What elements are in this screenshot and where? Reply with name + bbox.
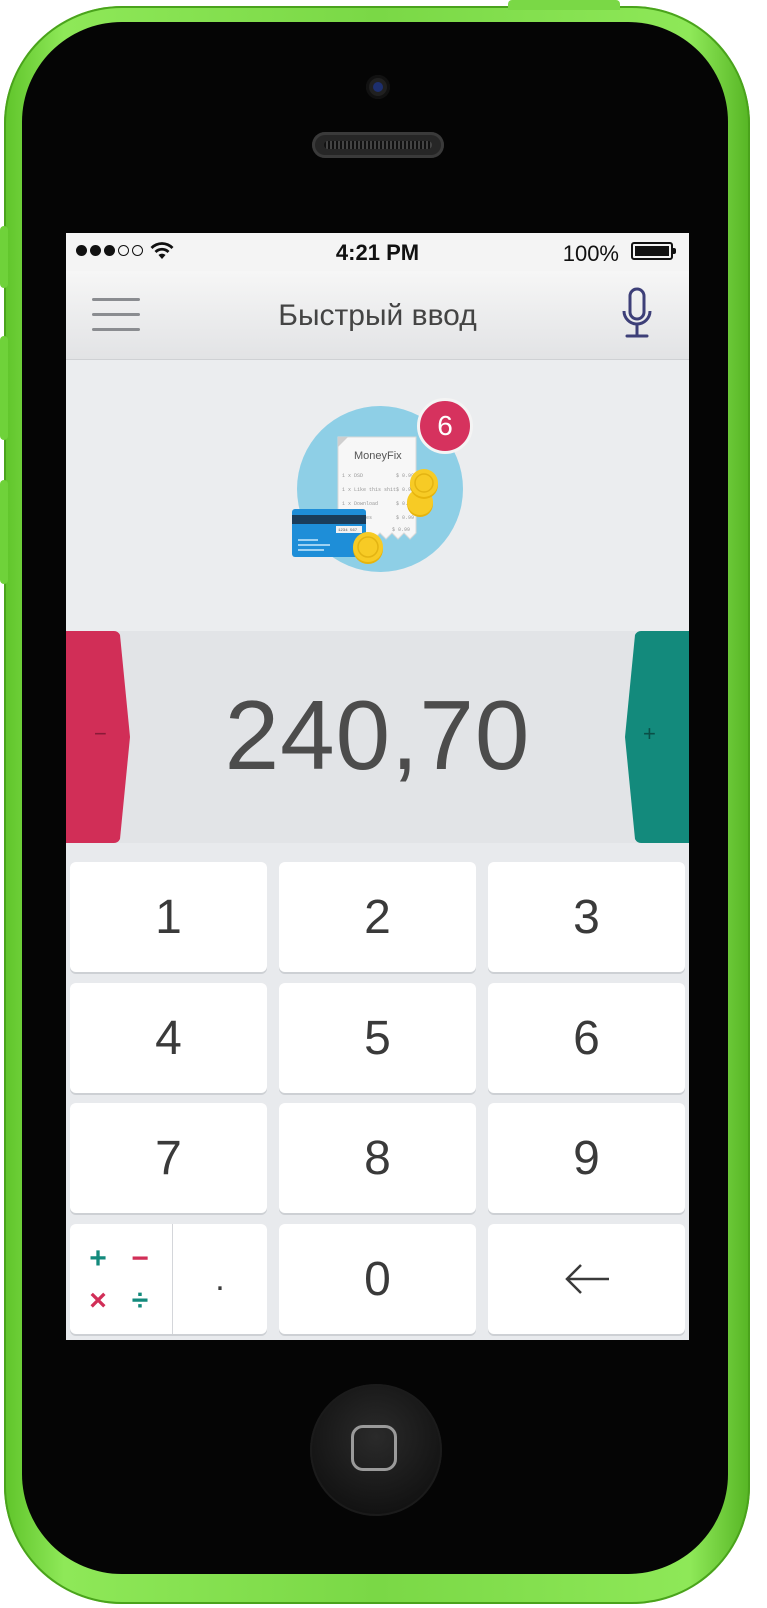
backspace-button[interactable] bbox=[488, 1224, 685, 1334]
receipt-graphic: MoneyFix 1 x DSD 1 x Like this shit 1 x … bbox=[292, 406, 463, 572]
svg-text:1 x Like this shit: 1 x Like this shit bbox=[342, 487, 396, 493]
amount-display-area: − 240,70 + bbox=[66, 631, 689, 843]
key-2[interactable]: 2 bbox=[279, 862, 476, 972]
key-8[interactable]: 8 bbox=[279, 1103, 476, 1213]
power-button bbox=[508, 0, 620, 10]
home-square-icon bbox=[351, 1425, 397, 1471]
key-3[interactable]: 3 bbox=[488, 862, 685, 972]
receipt-brand: MoneyFix bbox=[354, 450, 402, 462]
earpiece-speaker bbox=[312, 132, 444, 158]
key-1[interactable]: 1 bbox=[70, 862, 267, 972]
income-tab[interactable]: + bbox=[623, 631, 689, 848]
decimal-button[interactable]: . bbox=[173, 1224, 267, 1334]
notification-badge: 6 bbox=[417, 398, 473, 454]
key-6[interactable]: 6 bbox=[488, 983, 685, 1093]
keypad: 1 2 3 4 5 6 7 8 9 + − × ÷ . 0 bbox=[66, 843, 689, 1340]
operators-button[interactable]: + − × ÷ bbox=[70, 1224, 173, 1334]
key-9[interactable]: 9 bbox=[488, 1103, 685, 1213]
backspace-arrow-icon bbox=[564, 1264, 609, 1294]
amount-value: 240,70 bbox=[224, 680, 531, 790]
front-camera bbox=[366, 75, 390, 99]
key-5[interactable]: 5 bbox=[279, 983, 476, 1093]
key-0[interactable]: 0 bbox=[279, 1224, 476, 1334]
plus-operator: + bbox=[89, 1242, 107, 1275]
receipts-illustration[interactable]: MoneyFix 1 x DSD 1 x Like this shit 1 x … bbox=[66, 359, 689, 631]
svg-text:$ 0.99: $ 0.99 bbox=[392, 527, 410, 533]
home-button[interactable] bbox=[310, 1384, 442, 1516]
card-number: 1234 567 bbox=[338, 529, 358, 533]
minus-operator: − bbox=[131, 1242, 149, 1275]
svg-text:$ 0.99: $ 0.99 bbox=[396, 515, 414, 521]
plus-sign: + bbox=[643, 721, 656, 746]
battery-icon bbox=[631, 242, 676, 260]
status-bar: 4:21 PM 100% bbox=[66, 233, 689, 271]
multiply-operator: × bbox=[89, 1284, 107, 1317]
key-7[interactable]: 7 bbox=[70, 1103, 267, 1213]
battery-percent: 100% bbox=[562, 241, 619, 266]
page-title: Быстрый ввод bbox=[278, 299, 477, 332]
svg-text:1 x Download: 1 x Download bbox=[342, 501, 378, 507]
app-screen: 4:21 PM 100% Быстрый ввод MoneyFix 1 x D… bbox=[66, 233, 689, 1340]
microphone-icon[interactable] bbox=[621, 287, 653, 341]
volume-down-button bbox=[0, 480, 8, 584]
volume-up-button bbox=[0, 336, 8, 440]
svg-text:1 x DSD: 1 x DSD bbox=[342, 473, 363, 479]
operators-and-decimal-key: + − × ÷ . bbox=[70, 1224, 267, 1334]
mute-switch bbox=[0, 226, 8, 288]
nav-bar: Быстрый ввод bbox=[66, 271, 689, 360]
income-tab-shape bbox=[625, 631, 689, 843]
divide-operator: ÷ bbox=[131, 1284, 149, 1317]
key-4[interactable]: 4 bbox=[70, 983, 267, 1093]
